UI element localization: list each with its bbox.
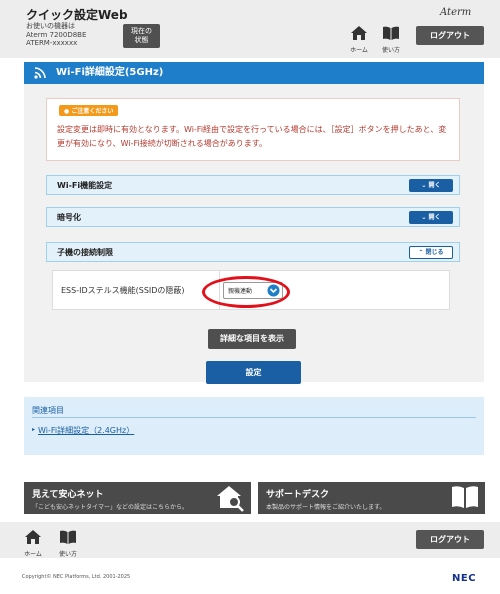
warning-icon: ● [64,108,70,115]
current-status-button[interactable]: 現在の 状態 [123,24,160,48]
device-serial: ATERM-xxxxxx [26,39,78,47]
guide-label: 使い方 [58,551,77,558]
banner-subtitle: 「こども安心ネットタイマー」などの設定はこちらから。 [32,504,189,511]
footer: ホーム 使い方 ログアウト [0,522,500,558]
home-label: ホーム [24,551,42,558]
submit-button[interactable]: 設定 [206,361,301,384]
section-wifi-function[interactable]: Wi-Fi機能設定 ⌄ 開く [46,175,460,195]
open-button[interactable]: ⌄ 開く [409,179,453,192]
guide-nav[interactable]: 使い方 [380,25,402,54]
caution-badge: ● ご注意ください [59,105,119,116]
section-label: 子機の接続制限 [57,248,113,257]
home-search-icon [217,486,244,512]
home-icon [351,26,367,40]
section-label: Wi-Fi機能設定 [57,181,113,190]
banner-title: 見えて安心ネット [32,490,104,500]
caution-badge-label: ご注意ください [71,108,114,115]
header: クイック設定Web お使いの機器は Aterm 7200D8BE ATERM-x… [0,0,500,58]
related-title: 関連項目 [32,406,64,415]
section-client-restriction[interactable]: 子機の接続制限 ⌃ 閉じる [46,242,460,262]
setting-label: ESS-IDステルス機能(SSIDの隠蔽) [61,286,185,295]
section-label: 暗号化 [57,213,81,222]
caution-box: ● ご注意ください 設定変更は即時に有効となります。Wi-Fi経由で設定を行って… [46,98,460,161]
device-label: お使いの機器は [26,22,75,30]
nec-logo: NEC [452,573,477,584]
highlight-ring [202,276,290,308]
close-button[interactable]: ⌃ 閉じる [409,246,453,259]
book-icon [452,486,478,508]
page-title-bar: Wi-Fi詳細設定(5GHz) [24,62,484,84]
footer-guide-nav[interactable]: 使い方 [57,529,79,558]
section-encryption[interactable]: 暗号化 ⌄ 開く [46,207,460,227]
banner-subtitle: 本製品のサポート情報をご紹介いたします。 [266,504,386,511]
home-label: ホーム [350,47,368,54]
wifi-icon [34,67,46,79]
caution-text: 設定変更は即時に有効となります。Wi-Fi経由で設定を行っている場合には、［設定… [57,125,447,148]
aterm-logo: Aterm [440,7,472,18]
related-items: 関連項目 ▸ Wi-Fi詳細設定（2.4GHz） [24,397,484,455]
guide-label: 使い方 [381,47,400,54]
home-icon [25,530,41,544]
footer-logout-button[interactable]: ログアウト [416,530,484,549]
logout-button[interactable]: ログアウト [416,26,484,45]
divider [32,417,476,418]
bullet-icon: ▸ [32,426,36,433]
home-nav[interactable]: ホーム [348,25,370,54]
mieru-anshin-banner[interactable]: 見えて安心ネット 「こども安心ネットタイマー」などの設定はこちらから。 [24,482,251,514]
app-title: クイック設定Web [26,8,128,22]
footer-home-nav[interactable]: ホーム [22,529,44,558]
open-button[interactable]: ⌄ 開く [409,211,453,224]
related-link-wifi-24ghz[interactable]: Wi-Fi詳細設定（2.4GHz） [38,425,134,436]
book-icon [383,26,399,40]
page-title: Wi-Fi詳細設定(5GHz) [56,67,164,78]
chevron-up-icon: ⌃ [418,249,424,256]
support-desk-banner[interactable]: サポートデスク 本製品のサポート情報をご紹介いたします。 [258,482,485,514]
show-details-button[interactable]: 詳細な項目を表示 [208,329,296,349]
book-icon [60,530,76,544]
chevron-down-icon: ⌄ [421,214,427,221]
banner-title: サポートデスク [266,490,330,500]
copyright: Copyright© NEC Platforms, Ltd. 2001-2025 [22,574,131,580]
chevron-down-icon: ⌄ [421,182,427,189]
device-model: Aterm 7200D8BE [26,31,87,39]
